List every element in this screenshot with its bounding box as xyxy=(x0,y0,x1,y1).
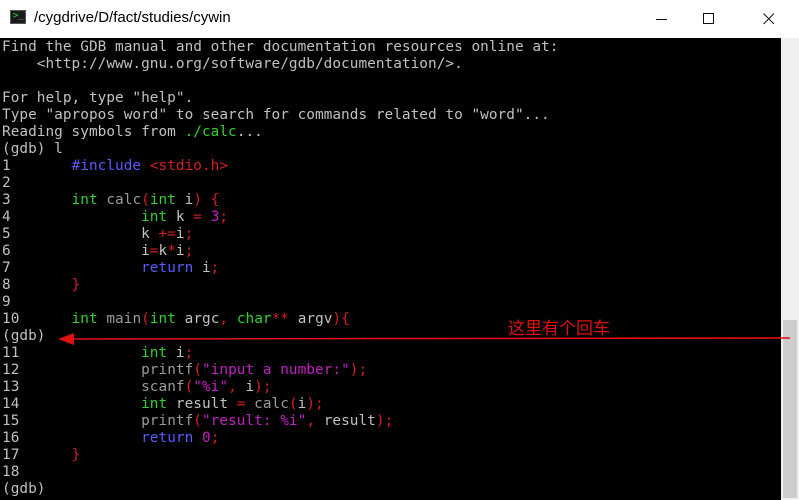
annotation-label: 这里有个回车 xyxy=(508,319,610,339)
annotation-arrow xyxy=(58,333,791,345)
